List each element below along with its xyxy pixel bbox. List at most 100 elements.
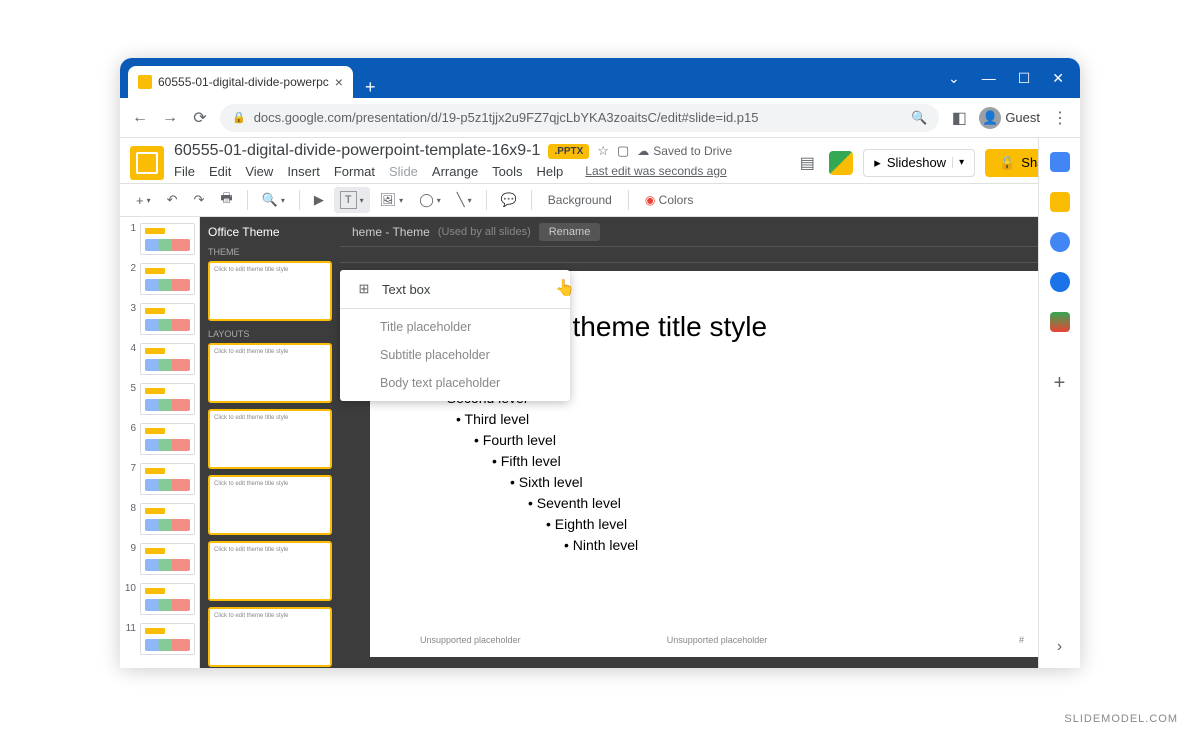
maximize-button[interactable]: ☐	[1018, 70, 1031, 87]
keep-icon[interactable]	[1050, 192, 1070, 212]
addons-plus-icon[interactable]: +	[1054, 372, 1066, 395]
contacts-icon[interactable]	[1050, 272, 1070, 292]
outline-level-3[interactable]: • Third level	[420, 409, 1014, 430]
filmstrip-slide[interactable]: 11	[124, 623, 195, 655]
back-button[interactable]: ←	[130, 109, 150, 127]
print-button[interactable]: 🖶	[214, 185, 238, 215]
outline-level-8[interactable]: • Eighth level	[420, 514, 1014, 535]
line-tool[interactable]: ╲▾	[451, 188, 478, 212]
menu-item-text-box[interactable]: ⊞ Text box	[340, 274, 570, 304]
filmstrip-slide[interactable]: 3	[124, 303, 195, 335]
reload-button[interactable]: ⟳	[190, 108, 210, 128]
address-bar[interactable]: 🔒 docs.google.com/presentation/d/19-p5z1…	[220, 104, 939, 132]
footer-placeholder-right: #	[1019, 635, 1024, 645]
maps-icon[interactable]	[1050, 312, 1070, 332]
reader-icon[interactable]: ◧	[949, 108, 969, 128]
menu-insert[interactable]: Insert	[287, 164, 320, 179]
chevron-down-icon[interactable]: ▾	[952, 157, 964, 168]
colors-button[interactable]: ◉ Colors	[637, 189, 702, 211]
menu-item-subtitle-placeholder[interactable]: Subtitle placeholder	[340, 341, 570, 369]
menu-view[interactable]: View	[245, 164, 273, 179]
theme-used-label: (Used by all slides)	[438, 226, 531, 238]
window-controls: ⌄ ― ☐ ✕	[948, 70, 1080, 87]
layout-thumb[interactable]: Click to edit theme title style	[208, 343, 332, 403]
new-tab-button[interactable]: +	[353, 77, 388, 98]
close-window-button[interactable]: ✕	[1052, 70, 1064, 87]
comments-icon[interactable]: ▤	[795, 151, 819, 175]
shape-tool[interactable]: ◯▾	[413, 188, 447, 212]
outline-level-7[interactable]: • Seventh level	[420, 493, 1014, 514]
browser-tab[interactable]: 60555-01-digital-divide-powerpc ×	[128, 66, 353, 98]
forward-button[interactable]: →	[160, 109, 180, 127]
zoom-button[interactable]: 🔍▾	[256, 188, 291, 212]
outline-level-6[interactable]: • Sixth level	[420, 472, 1014, 493]
menu-tools[interactable]: Tools	[492, 164, 522, 179]
menu-format[interactable]: Format	[334, 164, 375, 179]
background-button[interactable]: Background	[540, 189, 620, 211]
theme-panel-title: Office Theme	[208, 225, 332, 239]
layout-thumb[interactable]: Click to edit theme title style	[208, 409, 332, 469]
select-tool[interactable]: ▶	[308, 188, 330, 212]
minimize-button[interactable]: ―	[982, 70, 996, 87]
filmstrip-slide[interactable]: 8	[124, 503, 195, 535]
textbox-tool[interactable]: T▾	[334, 187, 370, 213]
outline-level-9[interactable]: • Ninth level	[420, 535, 1014, 556]
tab-title: 60555-01-digital-divide-powerpc	[158, 75, 329, 89]
star-icon[interactable]: ☆	[597, 143, 609, 159]
filmstrip-slide[interactable]: 6	[124, 423, 195, 455]
filmstrip-slide[interactable]: 1	[124, 223, 195, 255]
meet-icon[interactable]	[829, 151, 853, 175]
filmstrip-slide[interactable]: 4	[124, 343, 195, 375]
kebab-menu-icon[interactable]: ⋮	[1050, 108, 1070, 128]
url-text: docs.google.com/presentation/d/19-p5z1tj…	[254, 110, 903, 125]
outline-level-5[interactable]: • Fifth level	[420, 451, 1014, 472]
document-title[interactable]: 60555-01-digital-divide-powerpoint-templ…	[174, 142, 540, 160]
rename-button[interactable]: Rename	[539, 223, 601, 241]
watermark: SLIDEMODEL.COM	[1064, 713, 1178, 725]
toolbar: +▾ ↶ ↷ 🖶 🔍▾ ▶ T▾ 🖼▾ ◯▾ ╲▾ 💬 Background ◉…	[120, 183, 1080, 217]
redo-button[interactable]: ↷	[188, 188, 211, 212]
chevron-down-icon[interactable]: ⌄	[948, 70, 960, 87]
theme-header: heme - Theme (Used by all slides) Rename…	[340, 217, 1080, 247]
menu-help[interactable]: Help	[537, 164, 564, 179]
layouts-section-label: LAYOUTS	[208, 329, 332, 339]
theme-master-thumb[interactable]: Click to edit theme title style	[208, 261, 332, 321]
menu-slide[interactable]: Slide	[389, 164, 418, 179]
theme-section-label: THEME	[208, 247, 332, 257]
lock-icon: 🔒	[999, 155, 1015, 171]
menu-edit[interactable]: Edit	[209, 164, 231, 179]
lock-icon: 🔒	[232, 111, 246, 124]
layout-thumb[interactable]: Click to edit theme title style	[208, 541, 332, 601]
cloud-icon: ☁	[637, 144, 649, 158]
filmstrip-slide[interactable]: 10	[124, 583, 195, 615]
menu-bar: File Edit View Insert Format Slide Arrange Tool…	[174, 160, 785, 183]
menu-arrange[interactable]: Arrange	[432, 164, 478, 179]
tasks-icon[interactable]	[1050, 232, 1070, 252]
filmstrip-slide[interactable]: 2	[124, 263, 195, 295]
menu-item-body-text-placeholder[interactable]: Body text placeholder	[340, 369, 570, 397]
browser-window: 60555-01-digital-divide-powerpc × + ⌄ ― …	[120, 58, 1080, 668]
tab-close-icon[interactable]: ×	[335, 74, 343, 90]
profile-button[interactable]: 👤 Guest	[979, 107, 1040, 129]
filmstrip-slide[interactable]: 5	[124, 383, 195, 415]
new-slide-button[interactable]: +▾	[130, 189, 157, 212]
last-edit-link[interactable]: Last edit was seconds ago	[585, 164, 726, 179]
layout-thumb[interactable]: Click to edit theme title style	[208, 607, 332, 667]
docs-header: 60555-01-digital-divide-powerpoint-templ…	[120, 138, 1080, 183]
outline-level-4[interactable]: • Fourth level	[420, 430, 1014, 451]
image-tool[interactable]: 🖼▾	[374, 188, 410, 212]
comment-tool[interactable]: 💬	[495, 188, 523, 212]
expand-side-icon[interactable]: ›	[1057, 638, 1062, 656]
filmstrip-slide[interactable]: 7	[124, 463, 195, 495]
search-icon[interactable]: 🔍	[911, 110, 927, 126]
undo-button[interactable]: ↶	[161, 188, 184, 212]
filmstrip[interactable]: 1 2 3 4 5 6 7 8 9 10 11	[120, 217, 200, 668]
calendar-icon[interactable]	[1050, 152, 1070, 172]
slides-app-icon[interactable]	[130, 146, 164, 180]
slideshow-button[interactable]: ▸ Slideshow ▾	[863, 149, 975, 177]
move-icon[interactable]: ▢	[617, 143, 629, 159]
menu-file[interactable]: File	[174, 164, 195, 179]
layout-thumb[interactable]: Click to edit theme title style	[208, 475, 332, 535]
menu-item-title-placeholder[interactable]: Title placeholder	[340, 313, 570, 341]
filmstrip-slide[interactable]: 9	[124, 543, 195, 575]
